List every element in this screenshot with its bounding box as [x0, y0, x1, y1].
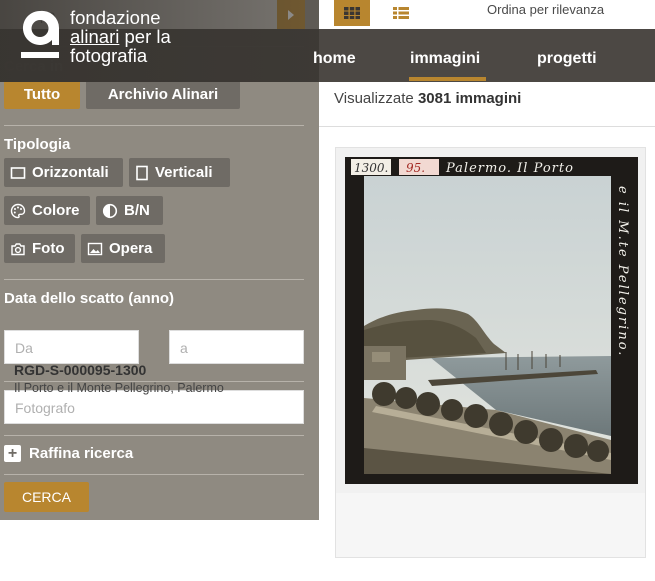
results-count: Visualizzate 3081 immagini — [334, 90, 521, 107]
logo-alinari: alinari — [70, 26, 120, 47]
filter-archivio-alinari[interactable]: Archivio Alinari — [86, 80, 240, 109]
result-card[interactable]: 1300. 95. Palermo. Il Porto e il M.te Pe… — [335, 147, 646, 558]
refine-search-toggle[interactable]: + Raffina ricerca — [4, 445, 133, 462]
filter-colore[interactable]: Colore — [4, 196, 90, 225]
photographer-input[interactable]: Fotografo — [4, 390, 304, 424]
list-icon — [393, 7, 409, 19]
logo-per-la: per la — [119, 26, 171, 47]
divider — [4, 279, 304, 280]
result-thumbnail[interactable]: 1300. 95. Palermo. Il Porto e il M.te Pe… — [336, 148, 645, 493]
divider — [4, 474, 304, 475]
search-submit-button[interactable] — [277, 0, 305, 29]
filter-bn-label: B/N — [124, 202, 150, 219]
filter-foto[interactable]: Foto — [4, 234, 75, 263]
filter-bn[interactable]: B/N — [96, 196, 163, 225]
result-card-footer — [336, 493, 645, 557]
result-code[interactable]: RGD-S-000095-1300 — [14, 362, 146, 378]
logo-line-1: fondazione — [70, 7, 161, 28]
grid-icon — [344, 7, 360, 19]
filter-panel: pa Cerca in Tutto Archivio Alinari Tipol… — [0, 0, 319, 520]
filter-archivio-alinari-label: Archivio Alinari — [107, 86, 219, 103]
camera-icon — [10, 242, 26, 256]
portrait-icon — [135, 165, 149, 181]
palette-icon — [10, 203, 26, 219]
contrast-icon — [102, 203, 118, 219]
arrow-right-icon — [288, 9, 294, 20]
photo-palermo-port: 1300. 95. Palermo. Il Porto e il M.te Pe… — [345, 157, 638, 484]
results-divider — [319, 126, 655, 127]
divider — [4, 435, 304, 436]
filter-opera-label: Opera — [109, 240, 153, 257]
refine-search-label: Raffina ricerca — [29, 445, 134, 462]
year-from-input[interactable]: Da — [4, 330, 139, 364]
filter-verticali-label: Verticali — [155, 164, 213, 181]
filter-orizzontali-label: Orizzontali — [32, 164, 109, 181]
grid-view-button[interactable] — [334, 0, 370, 26]
plus-icon: + — [4, 445, 21, 462]
search-button[interactable]: CERCA — [4, 482, 89, 512]
list-view-button[interactable] — [386, 0, 416, 26]
filter-tutto-label: Tutto — [23, 86, 61, 103]
divider — [4, 125, 304, 126]
logo-text: fondazione alinari per la fotografia — [70, 6, 171, 65]
filter-opera[interactable]: Opera — [81, 234, 165, 263]
plate-title: Palermo. Il Porto — [445, 161, 574, 176]
data-scatto-label: Data dello scatto (anno) — [4, 290, 175, 307]
image-icon — [87, 242, 103, 256]
filter-colore-label: Colore — [32, 202, 80, 219]
plate-tag: 95. — [406, 161, 425, 175]
filter-foto-label: Foto — [32, 240, 65, 257]
nav-immagini[interactable]: immagini — [410, 50, 480, 68]
site-logo[interactable]: fondazione alinari per la fotografia — [18, 6, 171, 65]
result-caption: Il Porto e il Monte Pellegrino, Palermo — [14, 381, 224, 395]
plate-side-text: e il M.te Pellegrino. — [615, 186, 630, 357]
filter-tutto[interactable]: Tutto — [4, 80, 80, 109]
filter-verticali[interactable]: Verticali — [129, 158, 230, 187]
alinari-logo-icon — [21, 10, 60, 58]
logo-line-3: fotografia — [70, 45, 148, 66]
filter-orizzontali[interactable]: Orizzontali — [4, 158, 123, 187]
page: pa Cerca in Tutto Archivio Alinari Tipol… — [0, 0, 655, 581]
nav-active-indicator — [409, 77, 486, 81]
results-count-prefix: Visualizzate — [334, 90, 418, 107]
results-count-value: 3081 immagini — [417, 90, 522, 107]
plate-number: 1300. — [354, 161, 388, 175]
sort-dropdown[interactable]: Ordina per rilevanza — [487, 2, 604, 17]
year-to-input[interactable]: a — [169, 330, 304, 364]
landscape-icon — [10, 166, 26, 180]
nav-progetti[interactable]: progetti — [537, 50, 597, 68]
logo-line-2: alinari per la — [70, 27, 171, 46]
tipologia-label: Tipologia — [4, 136, 71, 153]
nav-home[interactable]: home — [313, 50, 356, 68]
